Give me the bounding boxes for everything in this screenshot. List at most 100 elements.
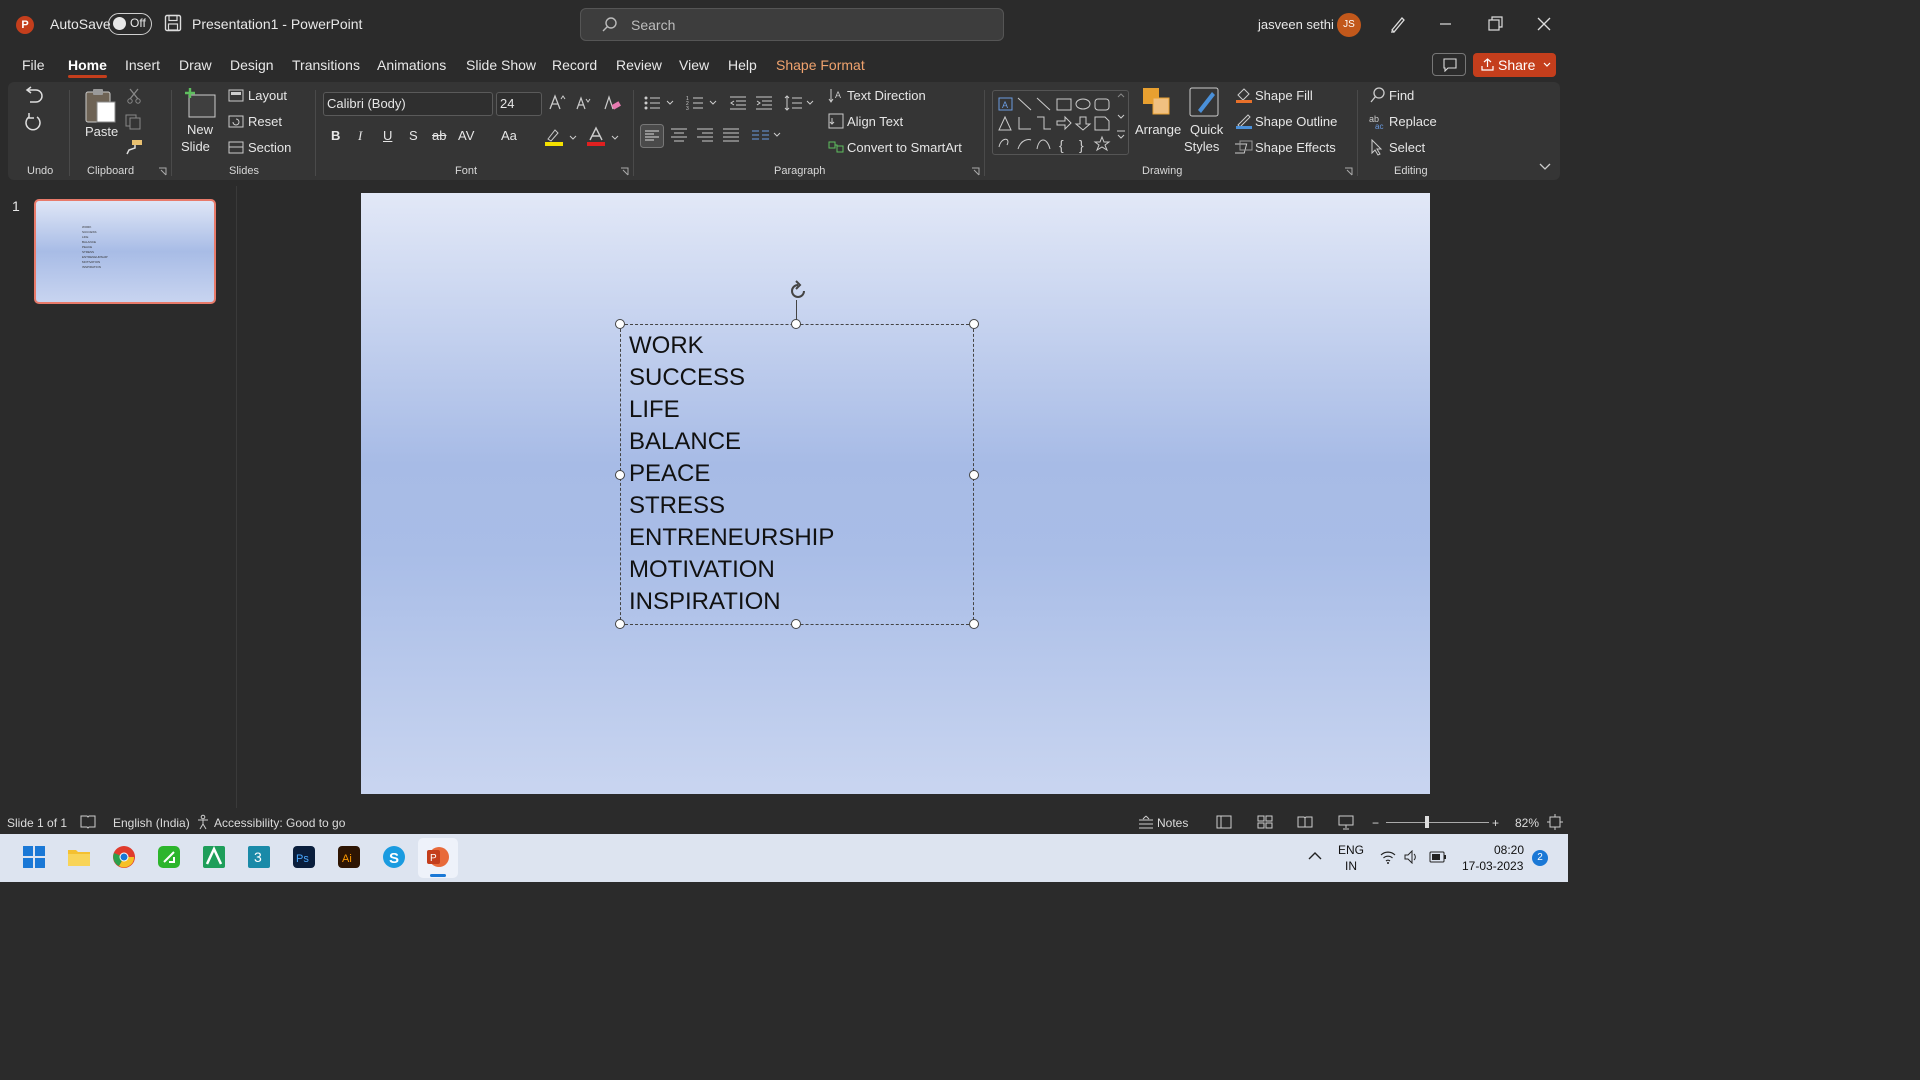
underline-button[interactable]: U: [383, 128, 392, 143]
comments-button[interactable]: [1432, 53, 1466, 76]
slide-thumbnail[interactable]: WORK SUCCESS LIFE BALANCE PEACE STRESS E…: [34, 199, 216, 304]
input-language[interactable]: ENG: [1338, 843, 1364, 857]
decrease-indent-icon[interactable]: [729, 95, 747, 111]
wifi-icon[interactable]: [1380, 850, 1396, 864]
tab-home[interactable]: Home: [68, 57, 107, 78]
chrome-icon[interactable]: [112, 845, 136, 869]
zoom-slider-thumb[interactable]: [1425, 816, 1429, 828]
character-spacing-button[interactable]: AV: [458, 128, 474, 143]
dialog-launcher-icon[interactable]: [620, 167, 629, 176]
font-size-select[interactable]: 24: [496, 92, 542, 116]
italic-button[interactable]: I: [358, 128, 362, 144]
text-line[interactable]: LIFE: [629, 396, 680, 424]
shape-outline-icon[interactable]: [1235, 113, 1253, 129]
highlight-color-icon[interactable]: [544, 127, 580, 147]
select-button[interactable]: Select: [1389, 140, 1425, 155]
resize-handle[interactable]: [791, 319, 801, 329]
shape-effects-button[interactable]: Shape Effects: [1255, 140, 1336, 155]
clear-formatting-icon[interactable]: [603, 95, 621, 111]
zoom-level[interactable]: 82%: [1515, 816, 1539, 830]
tab-transitions[interactable]: Transitions: [292, 57, 360, 73]
chevron-up-icon[interactable]: [1308, 851, 1322, 861]
text-line[interactable]: SUCCESS: [629, 364, 745, 392]
resize-handle[interactable]: [969, 619, 979, 629]
increase-font-icon[interactable]: [548, 94, 566, 110]
green-app-icon[interactable]: [157, 845, 181, 869]
shape-effects-icon[interactable]: [1235, 139, 1253, 155]
text-line[interactable]: WORK: [629, 332, 704, 360]
new-slide-icon[interactable]: [183, 87, 217, 119]
quick-styles-label[interactable]: Quick: [1190, 122, 1223, 137]
avatar[interactable]: JS: [1337, 13, 1361, 37]
tab-animations[interactable]: Animations: [377, 57, 446, 73]
font-name-select[interactable]: Calibri (Body): [323, 92, 493, 116]
accessibility-status[interactable]: Accessibility: Good to go: [214, 816, 345, 830]
slideshow-icon[interactable]: [1338, 814, 1354, 830]
rotate-handle-icon[interactable]: [786, 279, 810, 303]
battery-icon[interactable]: [1429, 851, 1447, 863]
notes-button[interactable]: Notes: [1157, 816, 1188, 830]
tab-review[interactable]: Review: [616, 57, 662, 73]
arrange-button[interactable]: Arrange: [1135, 122, 1181, 137]
dialog-launcher-icon[interactable]: [158, 167, 167, 176]
close-icon[interactable]: [1534, 14, 1554, 34]
arrange-icon[interactable]: [1141, 86, 1173, 120]
section-button[interactable]: Section: [248, 140, 291, 155]
resize-handle[interactable]: [615, 619, 625, 629]
change-case-button[interactable]: Aa: [501, 128, 517, 143]
decrease-font-icon[interactable]: [575, 96, 591, 110]
slide-sorter-icon[interactable]: [1257, 815, 1273, 829]
strikethrough-button[interactable]: ab: [432, 128, 446, 143]
align-right-icon[interactable]: [696, 127, 714, 143]
align-text-icon[interactable]: [828, 113, 844, 129]
select-icon[interactable]: [1370, 139, 1384, 156]
convert-smartart-button[interactable]: Convert to SmartArt: [847, 140, 962, 155]
tab-design[interactable]: Design: [230, 57, 274, 73]
reading-view-icon[interactable]: [1297, 815, 1313, 829]
replace-icon[interactable]: abac: [1369, 113, 1387, 129]
illustrator-icon[interactable]: Ai: [337, 845, 361, 869]
3ds-max-icon[interactable]: 3: [247, 845, 271, 869]
cut-icon[interactable]: [127, 88, 141, 104]
reset-button[interactable]: Reset: [248, 114, 282, 129]
font-color-icon[interactable]: [586, 126, 622, 148]
text-shadow-button[interactable]: S: [409, 128, 418, 143]
align-center-icon[interactable]: [670, 127, 688, 143]
spell-check-icon[interactable]: [80, 815, 96, 829]
resize-handle[interactable]: [615, 319, 625, 329]
text-line[interactable]: ENTRENEURSHIP: [629, 524, 834, 552]
zoom-out-button[interactable]: −: [1372, 816, 1379, 830]
align-left-icon[interactable]: [640, 124, 664, 148]
layout-button[interactable]: Layout: [248, 88, 287, 103]
dialog-launcher-icon[interactable]: [971, 167, 980, 176]
redo-icon[interactable]: [22, 112, 44, 132]
tab-shape-format[interactable]: Shape Format: [776, 57, 865, 73]
shapes-gallery[interactable]: A { }: [992, 90, 1129, 155]
paste-label[interactable]: Paste: [85, 124, 118, 139]
quick-styles-icon[interactable]: [1188, 86, 1222, 120]
layout-icon[interactable]: [228, 89, 244, 102]
tab-record[interactable]: Record: [552, 57, 597, 73]
reset-icon[interactable]: [228, 115, 244, 128]
search-box[interactable]: Search: [580, 8, 1004, 41]
clock-date[interactable]: 17-03-2023: [1462, 859, 1523, 873]
increase-indent-icon[interactable]: [755, 95, 773, 111]
shape-fill-button[interactable]: Shape Fill: [1255, 88, 1313, 103]
section-icon[interactable]: [228, 141, 244, 154]
line-spacing-icon[interactable]: [784, 95, 816, 111]
shape-outline-button[interactable]: Shape Outline: [1255, 114, 1337, 129]
collapse-ribbon-icon[interactable]: [1539, 163, 1551, 171]
tab-slide-show[interactable]: Slide Show: [466, 57, 536, 73]
language-status[interactable]: English (India): [113, 816, 190, 830]
quick-styles-label-2[interactable]: Styles: [1184, 139, 1219, 154]
save-icon[interactable]: [164, 14, 182, 32]
file-explorer-icon[interactable]: [67, 845, 91, 869]
new-slide-label[interactable]: New: [187, 122, 213, 137]
zoom-in-button[interactable]: +: [1492, 816, 1499, 830]
restore-icon[interactable]: [1485, 14, 1505, 34]
volume-icon[interactable]: [1404, 850, 1420, 864]
notes-icon[interactable]: [1138, 815, 1154, 829]
clock-time[interactable]: 08:20: [1494, 843, 1524, 857]
autosave-toggle[interactable]: Off: [108, 13, 152, 35]
bold-button[interactable]: B: [331, 128, 340, 143]
